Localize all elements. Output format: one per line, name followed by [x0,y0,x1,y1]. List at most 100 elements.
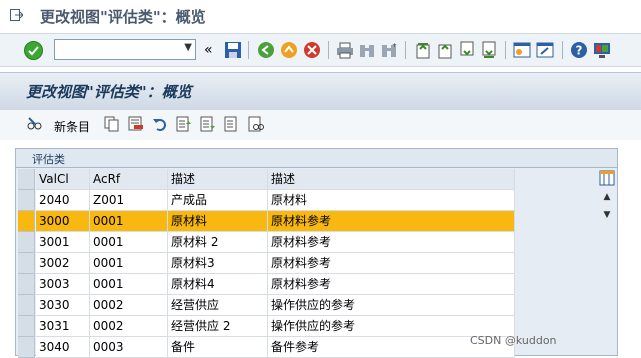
save-icon[interactable] [224,41,242,59]
chevron-down-icon[interactable]: ▼ [184,42,192,53]
next-page-icon[interactable] [458,41,476,59]
cell-valcl[interactable]: 3003 [36,274,90,295]
column-header-acrf[interactable]: AcRf [90,169,168,190]
cell-valcl[interactable]: 2040 [36,190,90,211]
row-selector[interactable] [18,316,35,337]
new-entries-button[interactable]: 新条目 [54,118,90,135]
cell-description[interactable]: 原材料4 [168,274,268,295]
standard-toolbar: ▼ « + ? [0,33,641,67]
row-selector[interactable] [18,295,35,316]
collapse-icon[interactable]: « [204,41,222,59]
table-row[interactable]: 3002 0001 原材料3 原材料参考 [18,253,596,274]
select-all-icon[interactable] [176,116,192,132]
table-row[interactable]: 3000 0001 原材料 原材料参考 [18,211,596,232]
cell-description[interactable]: 经营供应 2 [168,316,268,337]
panel-title-bar: 评估类 [16,149,617,168]
application-toolbar: 新条目 [0,110,641,140]
cell-valcl[interactable]: 3000 [36,211,90,232]
row-selector[interactable] [18,190,35,211]
table-row[interactable]: 3003 0001 原材料4 原材料参考 [18,274,596,295]
row-selector[interactable] [18,253,35,274]
print-icon[interactable] [336,41,354,59]
cell-description[interactable]: 备件 [168,337,268,358]
cell-acrf[interactable]: Z001 [90,190,168,211]
cell-acrf[interactable]: 0001 [90,211,168,232]
enter-button[interactable] [24,41,43,60]
find-next-icon[interactable]: + [380,41,398,59]
help-icon[interactable]: ? [570,41,588,59]
watermark: CSDN @kuddon [470,334,557,347]
edit-glasses-icon[interactable] [26,116,44,134]
page-title: 更改视图"评估类"：概览 [26,83,192,101]
find-icon[interactable] [358,41,376,59]
copy-icon[interactable] [104,116,120,132]
svg-text:+: + [392,42,397,49]
delete-icon[interactable] [128,116,144,132]
row-selector[interactable] [18,337,35,358]
cell-acrf[interactable]: 0001 [90,232,168,253]
customize-layout-icon[interactable] [593,41,611,59]
column-header-valcl[interactable]: ValCl [36,169,90,190]
cell-description[interactable]: 原材料 2 [168,232,268,253]
cell-acrf[interactable]: 0001 [90,274,168,295]
last-page-icon[interactable] [480,41,498,59]
deselect-all-icon[interactable] [224,116,240,132]
cell-valcl[interactable]: 3040 [36,337,90,358]
cell-valcl[interactable]: 3001 [36,232,90,253]
row-selector[interactable] [18,232,35,253]
scroll-up-icon[interactable]: ▲ [601,191,613,203]
exit-icon[interactable] [10,9,23,21]
screen-header: 更改视图"评估类"：概览 [0,72,641,111]
vertical-scrollbar[interactable]: ▲ ▼ [599,169,615,355]
cancel-icon[interactable] [303,41,321,59]
column-header-description-2[interactable]: 描述 [268,169,515,190]
cell-description-2[interactable]: 原材料 [268,190,515,211]
toolbar-separator [562,41,563,59]
cell-description-2[interactable]: 原材料参考 [268,274,515,295]
table-row[interactable]: 2040 Z001 产成品 原材料 [18,190,596,211]
table-row[interactable]: 3001 0001 原材料 2 原材料参考 [18,232,596,253]
cell-description[interactable]: 经营供应 [168,295,268,316]
row-selector[interactable] [18,211,35,232]
cell-description-2[interactable]: 原材料参考 [268,253,515,274]
select-block-icon[interactable] [200,116,216,132]
scroll-down-icon[interactable]: ▼ [601,209,613,221]
row-selector[interactable] [18,274,35,295]
toolbar-separator [405,41,406,59]
cell-acrf[interactable]: 0002 [90,295,168,316]
cell-description[interactable]: 产成品 [168,190,268,211]
cell-acrf[interactable]: 0003 [90,337,168,358]
cell-acrf[interactable]: 0002 [90,316,168,337]
title-bar: 更改视图"评估类"：概览 [0,0,641,32]
undo-icon[interactable] [152,116,168,132]
details-icon[interactable] [248,116,264,132]
cell-acrf[interactable]: 0001 [90,253,168,274]
select-all-cell[interactable] [18,169,35,190]
cell-description-2[interactable]: 操作供应的参考 [268,295,515,316]
checkmark-icon [28,46,39,56]
first-page-icon[interactable] [414,41,432,59]
cell-description-2[interactable]: 原材料参考 [268,232,515,253]
cell-valcl[interactable]: 3031 [36,316,90,337]
table-row[interactable]: 3030 0002 经营供应 操作供应的参考 [18,295,596,316]
window-title: 更改视图"评估类"：概览 [40,8,206,26]
shortcut-icon[interactable] [536,41,554,59]
back-icon[interactable] [257,41,275,59]
cell-description[interactable]: 原材料3 [168,253,268,274]
previous-page-icon[interactable] [436,41,454,59]
cell-valcl[interactable]: 3002 [36,253,90,274]
toolbar-separator [328,41,329,59]
panel-title: 评估类 [32,153,65,166]
command-field[interactable]: ▼ [54,39,196,60]
table-panel: 评估类 ValCl AcRf 描述 描述 2040 Z001 产成品 原材料 3000 0… [15,148,618,358]
cell-description[interactable]: 原材料 [168,211,268,232]
toolbar-separator [248,41,249,59]
table-header-row: ValCl AcRf 描述 描述 [18,169,596,190]
exit-up-icon[interactable] [280,41,298,59]
column-config-icon[interactable] [599,170,615,186]
toolbar-separator [505,41,506,59]
new-session-icon[interactable] [513,41,531,59]
cell-valcl[interactable]: 3030 [36,295,90,316]
column-header-description[interactable]: 描述 [168,169,268,190]
cell-description-2[interactable]: 原材料参考 [268,211,515,232]
